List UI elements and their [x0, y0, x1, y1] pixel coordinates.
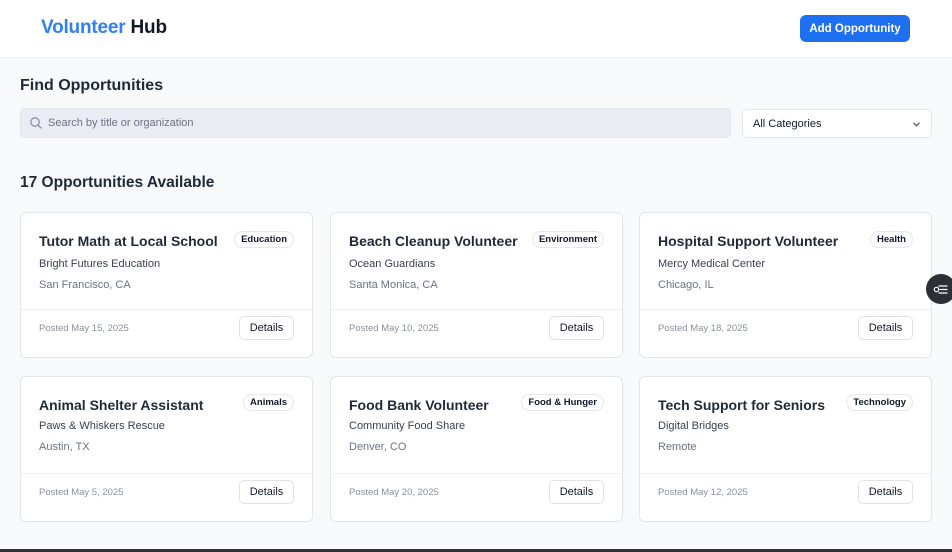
- card-divider: [331, 309, 622, 310]
- card-divider: [21, 309, 312, 310]
- card-posted-date: Posted May 20, 2025: [349, 487, 439, 498]
- opportunity-card[interactable]: Tutor Math at Local School Education Bri…: [20, 212, 313, 358]
- opportunity-card[interactable]: Beach Cleanup Volunteer Environment Ocea…: [330, 212, 623, 358]
- card-posted-date: Posted May 18, 2025: [658, 323, 748, 334]
- card-location: San Francisco, CA: [39, 279, 131, 291]
- details-button[interactable]: Details: [239, 480, 294, 504]
- app-header: Volunteer Hub Add Opportunity: [0, 0, 952, 58]
- card-posted-date: Posted May 10, 2025: [349, 323, 439, 334]
- details-button[interactable]: Details: [858, 480, 913, 504]
- app-logo[interactable]: Volunteer Hub: [41, 17, 167, 39]
- details-button[interactable]: Details: [858, 316, 913, 340]
- opportunity-card[interactable]: Food Bank Volunteer Food & Hunger Commun…: [330, 376, 623, 522]
- opportunity-card[interactable]: Animal Shelter Assistant Animals Paws & …: [20, 376, 313, 522]
- search-icon: [30, 117, 42, 129]
- logo-brand-text: Volunteer: [41, 17, 126, 38]
- card-title: Hospital Support Volunteer: [658, 233, 839, 249]
- card-organization: Mercy Medical Center: [658, 258, 765, 270]
- card-organization: Digital Bridges: [658, 420, 729, 432]
- card-divider: [21, 473, 312, 474]
- card-location: Denver, CO: [349, 441, 407, 453]
- card-posted-date: Posted May 12, 2025: [658, 487, 748, 498]
- category-select-value: All Categories: [753, 118, 822, 130]
- results-count-heading: 17 Opportunities Available: [20, 174, 215, 191]
- card-location: Austin, TX: [39, 441, 90, 453]
- card-organization: Bright Futures Education: [39, 258, 161, 270]
- card-location: Santa Monica, CA: [349, 279, 438, 291]
- category-badge: Education: [234, 231, 294, 248]
- card-organization: Community Food Share: [349, 420, 466, 432]
- card-location: Remote: [658, 441, 697, 453]
- opportunity-card[interactable]: Tech Support for Seniors Technology Digi…: [639, 376, 932, 522]
- filter-list-icon: [933, 285, 948, 294]
- card-title: Tutor Math at Local School: [39, 233, 218, 249]
- category-badge: Animals: [243, 394, 294, 411]
- card-location: Chicago, IL: [658, 279, 714, 291]
- search-box[interactable]: [20, 108, 731, 138]
- search-input[interactable]: [48, 109, 718, 137]
- find-opportunities-heading: Find Opportunities: [20, 77, 164, 94]
- card-divider: [640, 309, 931, 310]
- details-button[interactable]: Details: [549, 480, 604, 504]
- card-divider: [331, 473, 622, 474]
- card-posted-date: Posted May 15, 2025: [39, 323, 129, 334]
- card-title: Food Bank Volunteer: [349, 397, 489, 413]
- card-organization: Paws & Whiskers Rescue: [39, 420, 165, 432]
- card-posted-date: Posted May 5, 2025: [39, 487, 124, 498]
- details-button[interactable]: Details: [239, 316, 294, 340]
- card-title: Beach Cleanup Volunteer: [349, 233, 518, 249]
- card-title: Tech Support for Seniors: [658, 397, 825, 413]
- category-badge: Health: [869, 231, 913, 248]
- add-opportunity-button[interactable]: Add Opportunity: [800, 15, 910, 42]
- opportunity-card[interactable]: Hospital Support Volunteer Health Mercy …: [639, 212, 932, 358]
- category-select[interactable]: All Categories: [742, 109, 932, 138]
- card-divider: [640, 473, 931, 474]
- card-title: Animal Shelter Assistant: [39, 397, 204, 413]
- floating-action-button[interactable]: [926, 274, 952, 304]
- logo-rest-text: Hub: [130, 17, 168, 38]
- chevron-down-icon: [913, 122, 920, 127]
- category-badge: Technology: [846, 394, 913, 411]
- details-button[interactable]: Details: [549, 316, 604, 340]
- category-badge: Food & Hunger: [521, 394, 604, 411]
- category-badge: Environment: [531, 231, 604, 248]
- card-organization: Ocean Guardians: [349, 258, 436, 270]
